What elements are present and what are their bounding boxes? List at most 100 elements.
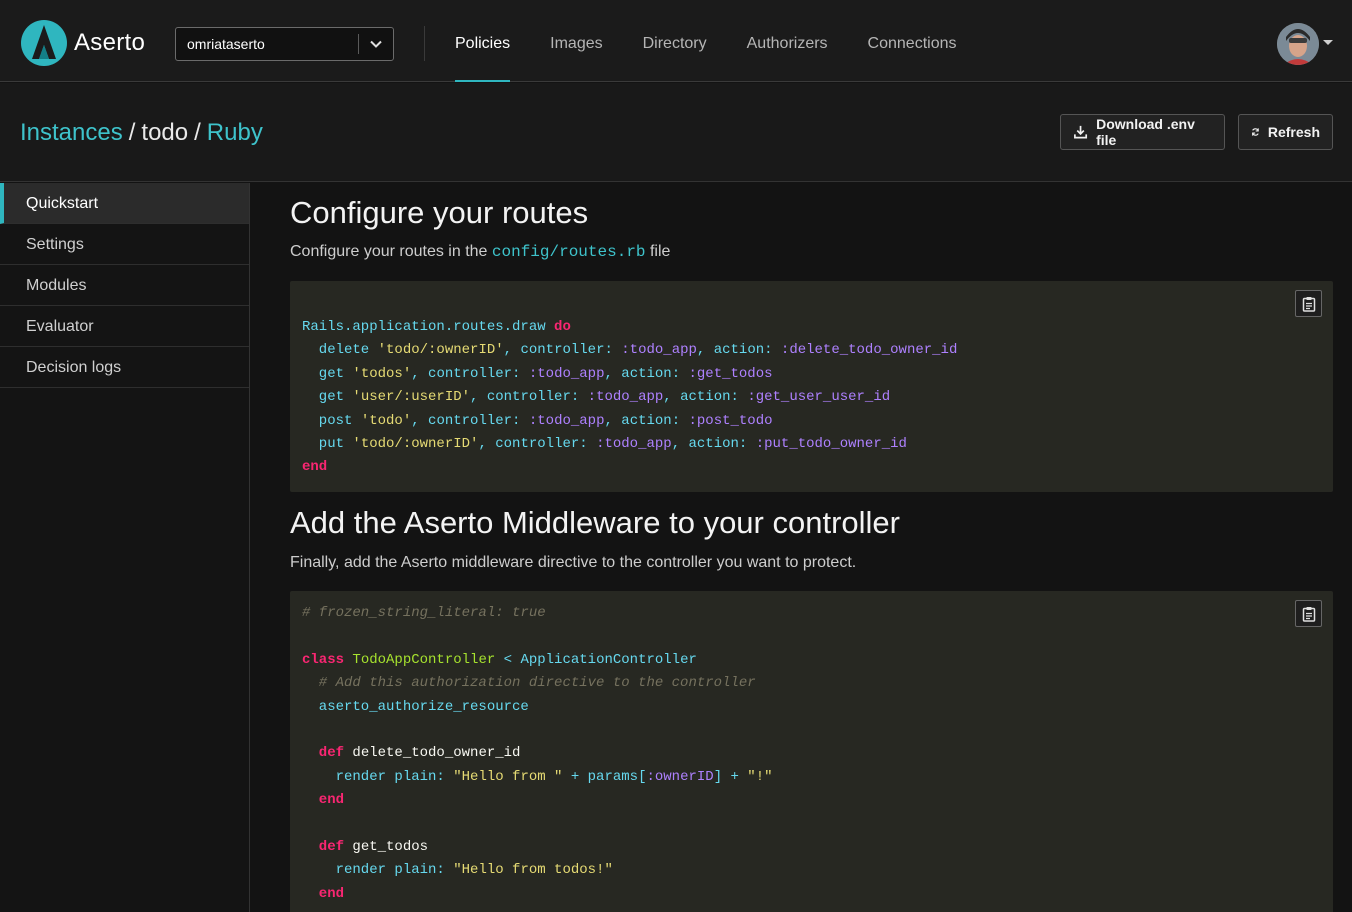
clipboard-icon[interactable] <box>1295 600 1322 627</box>
code-token: class <box>302 651 353 668</box>
code-token: :get_todos <box>688 365 773 382</box>
routes-description: Configure your routes in the config/rout… <box>290 243 670 261</box>
sidebar-item-evaluator[interactable]: Evaluator <box>0 306 249 347</box>
main-content: Configure your routes Configure your rou… <box>250 183 1352 912</box>
code-line: end <box>302 886 344 902</box>
code-token: ] + <box>713 768 748 785</box>
code-token: :todo_app <box>528 412 605 429</box>
routes-code-block: Rails.application.routes.draw do delete … <box>290 281 1333 492</box>
avatar[interactable] <box>1277 23 1319 65</box>
code-token: delete_todo_owner_id <box>352 745 521 762</box>
top-navbar: Aserto omriataserto Policies Images Dire… <box>0 0 1352 82</box>
code-token: render plain: <box>302 768 454 785</box>
code-token: 'todo/:ownerID' <box>352 436 479 453</box>
nav-tab-directory[interactable]: Directory <box>643 0 707 82</box>
code-token: # frozen_string_literal: true <box>302 605 546 621</box>
code-token: def <box>302 745 353 762</box>
logo-text: Aserto <box>74 29 146 56</box>
code-token: :todo_app <box>621 342 697 359</box>
code-token: 'todo' <box>360 412 412 429</box>
refresh-label: Refresh <box>1267 124 1320 140</box>
code-token: :post_todo <box>688 412 773 429</box>
code-token: :delete_todo_owner_id <box>780 342 958 359</box>
code-token: end <box>302 459 328 476</box>
code-token: , controller: <box>478 436 597 453</box>
code-line: delete 'todo/:ownerID', controller: :tod… <box>302 342 958 359</box>
nav-divider <box>424 26 425 61</box>
middleware-code-block: # frozen_string_literal: true class Todo… <box>290 591 1333 912</box>
routes-code: Rails.application.routes.draw do delete … <box>302 316 957 480</box>
code-token: get <box>302 389 353 406</box>
download-env-button[interactable]: Download .env file <box>1060 114 1225 150</box>
code-token: , controller: <box>470 389 588 406</box>
refresh-icon <box>1252 128 1259 136</box>
code-token: end <box>302 885 345 902</box>
aserto-logo-icon <box>21 20 67 66</box>
code-line: render plain: "Hello from todos!" <box>302 862 613 878</box>
sidebar-item-quickstart[interactable]: Quickstart <box>0 183 249 224</box>
nav-tabs: Policies Images Directory Authorizers Co… <box>455 0 997 82</box>
code-token: , controller: <box>411 412 529 429</box>
breadcrumb-separator: / <box>128 119 136 146</box>
nav-tab-policies[interactable]: Policies <box>455 0 511 82</box>
code-line: end <box>302 459 327 475</box>
breadcrumb-todo: todo <box>141 119 189 146</box>
tenant-select[interactable]: omriataserto <box>175 27 394 61</box>
code-line: class TodoAppController < ApplicationCon… <box>302 652 697 668</box>
code-token: "Hello from " <box>453 768 563 785</box>
breadcrumb-ruby[interactable]: Ruby <box>207 119 263 146</box>
nav-tab-authorizers[interactable]: Authorizers <box>747 0 828 82</box>
code-token: get <box>302 365 353 382</box>
code-token: < ApplicationController <box>495 651 697 668</box>
code-token: :todo_app <box>587 389 664 406</box>
sidebar-item-decision-logs[interactable]: Decision logs <box>0 347 249 388</box>
code-line: put 'todo/:ownerID', controller: :todo_a… <box>302 436 907 452</box>
clipboard-icon[interactable] <box>1295 290 1322 317</box>
tenant-value: omriataserto <box>187 36 265 52</box>
nav-tab-connections[interactable]: Connections <box>868 0 957 82</box>
routes-desc-prefix: Configure your routes in the <box>290 243 492 260</box>
routes-file-path: config/routes.rb <box>491 243 646 261</box>
code-token: , action: <box>696 342 781 359</box>
code-token: 'user/:userID' <box>352 389 471 406</box>
code-line: # Add this authorization directive to th… <box>302 675 756 691</box>
routes-heading: Configure your routes <box>290 195 589 230</box>
sidebar: Quickstart Settings Modules Evaluator De… <box>0 183 250 912</box>
code-token: Rails.application.routes.draw <box>302 319 555 335</box>
code-token: "!" <box>747 768 773 785</box>
code-token: render plain: <box>302 862 454 879</box>
code-token: :put_todo_owner_id <box>755 436 907 453</box>
sidebar-item-settings[interactable]: Settings <box>0 224 249 265</box>
page-header: Instances / todo / Ruby Download .env file R… <box>0 83 1352 182</box>
code-line: render plain: "Hello from " + params[:ow… <box>302 769 773 785</box>
code-token: post <box>302 412 361 429</box>
code-line: # frozen_string_literal: true <box>302 605 546 621</box>
nav-tab-images[interactable]: Images <box>550 0 602 82</box>
chevron-down-icon[interactable] <box>359 37 393 51</box>
code-token: "Hello from todos!" <box>453 862 613 879</box>
code-token: TodoAppController <box>352 651 496 668</box>
breadcrumb-instances[interactable]: Instances <box>20 119 123 146</box>
code-token: delete <box>302 342 378 359</box>
code-token: do <box>554 319 571 335</box>
code-line: get 'user/:userID', controller: :todo_ap… <box>302 389 890 405</box>
code-token: :todo_app <box>596 436 672 453</box>
code-token: , action: <box>663 389 748 406</box>
code-token: 'todos' <box>352 365 412 382</box>
middleware-description: Finally, add the Aserto middleware direc… <box>290 554 857 571</box>
sidebar-item-modules[interactable]: Modules <box>0 265 249 306</box>
avatar-caret-icon[interactable] <box>1323 40 1333 45</box>
code-token: 'todo/:ownerID' <box>377 342 504 359</box>
breadcrumb: Instances / todo / Ruby <box>20 119 263 147</box>
code-line: Rails.application.routes.draw do <box>302 319 571 335</box>
code-token: , controller: <box>503 342 622 359</box>
code-line: post 'todo', controller: :todo_app, acti… <box>302 413 773 429</box>
code-token: , action: <box>604 412 689 429</box>
middleware-code: # frozen_string_literal: true class Todo… <box>302 602 773 906</box>
code-token: put <box>302 436 353 453</box>
code-line: def get_todos <box>302 839 428 855</box>
aserto-logo[interactable]: Aserto <box>20 18 160 68</box>
refresh-button[interactable]: Refresh <box>1238 114 1333 150</box>
code-token: , controller: <box>411 365 529 382</box>
download-icon <box>1074 125 1088 139</box>
